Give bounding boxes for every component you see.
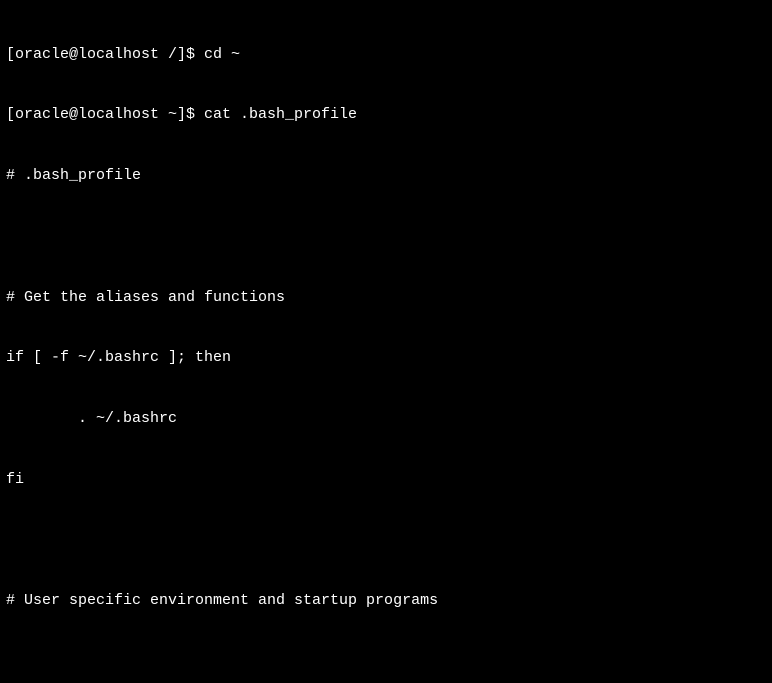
terminal-line: [oracle@localhost /]$ cd ~ bbox=[6, 45, 766, 65]
terminal-line: # Get the aliases and functions bbox=[6, 288, 766, 308]
terminal-line: if [ -f ~/.bashrc ]; then bbox=[6, 348, 766, 368]
terminal-line: . ~/.bashrc bbox=[6, 409, 766, 429]
terminal-output[interactable]: [oracle@localhost /]$ cd ~ [oracle@local… bbox=[0, 0, 772, 683]
terminal-line bbox=[6, 652, 766, 672]
terminal-line: # User specific environment and startup … bbox=[6, 591, 766, 611]
terminal-line bbox=[6, 531, 766, 551]
terminal-line: fi bbox=[6, 470, 766, 490]
terminal-line: # .bash_profile bbox=[6, 166, 766, 186]
terminal-line bbox=[6, 227, 766, 247]
terminal-line: [oracle@localhost ~]$ cat .bash_profile bbox=[6, 105, 766, 125]
